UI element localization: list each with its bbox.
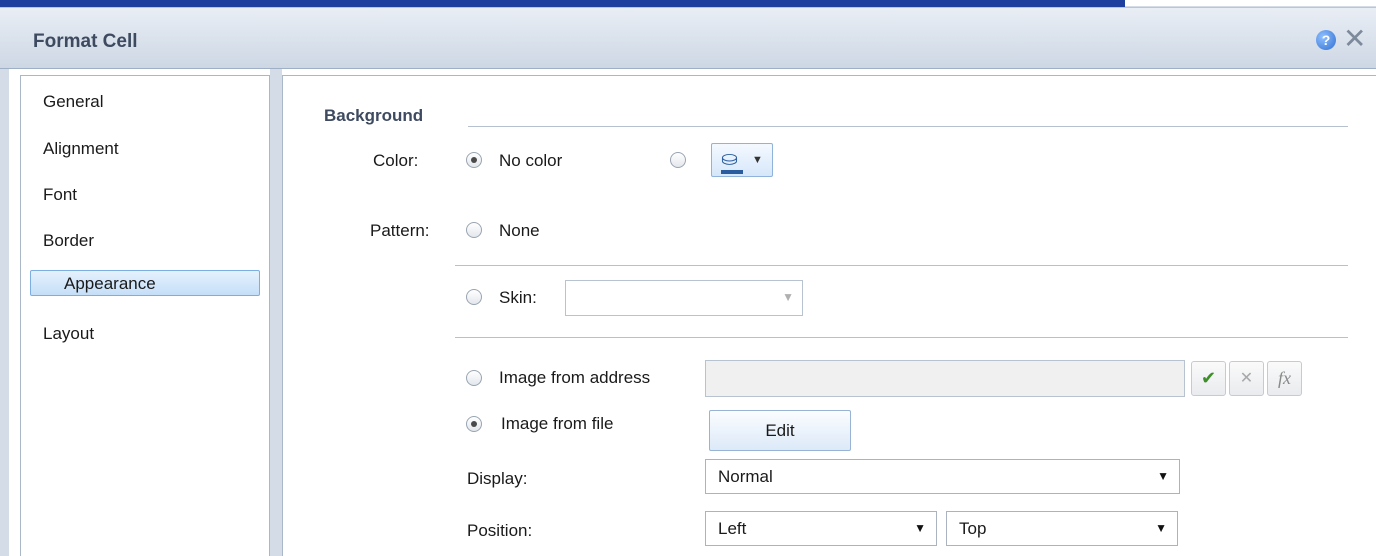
skin-select[interactable]: ▼: [565, 280, 803, 316]
image-address-label: Image from address: [499, 368, 651, 387]
window-accent-bar-rest: [1125, 0, 1376, 7]
nav-item-appearance[interactable]: Appearance: [30, 270, 260, 296]
pattern-divider-2: [455, 337, 1348, 338]
position-horizontal-select[interactable]: Left ▼: [705, 511, 937, 546]
custom-color-radio[interactable]: [670, 152, 686, 168]
formula-button[interactable]: fx: [1267, 361, 1302, 396]
nav-item-font[interactable]: Font: [43, 182, 77, 208]
position-label: Position:: [467, 521, 533, 540]
dialog-frame-divider: [270, 69, 282, 556]
image-address-radio[interactable]: [466, 370, 482, 386]
chevron-down-icon: ▼: [1157, 469, 1169, 483]
paint-bucket-icon: ⛀: [721, 148, 738, 170]
color-picker-button[interactable]: ⛀ ▼: [711, 143, 773, 177]
nav-item-layout[interactable]: Layout: [43, 321, 94, 347]
position-horizontal-value: Left: [718, 519, 747, 538]
pattern-none-radio[interactable]: [466, 222, 482, 238]
display-select[interactable]: Normal ▼: [705, 459, 1180, 494]
x-icon: ✕: [1239, 370, 1254, 387]
chevron-down-icon: ▼: [914, 521, 926, 535]
skin-radio[interactable]: [466, 289, 482, 305]
section-divider: [468, 126, 1348, 127]
fx-icon: fx: [1278, 368, 1291, 388]
image-file-radio[interactable]: [466, 416, 482, 432]
chevron-down-icon: ▼: [1155, 521, 1167, 535]
window-accent-bar: [0, 0, 1125, 7]
dialog-title-bar[interactable]: Format Cell ? ✕: [0, 7, 1376, 69]
edit-button[interactable]: Edit: [709, 410, 851, 451]
pattern-divider-1: [455, 265, 1348, 266]
pattern-none-label: None: [499, 221, 540, 240]
color-label: Color:: [373, 151, 419, 170]
chevron-down-icon: ▼: [752, 154, 763, 166]
display-value: Normal: [718, 467, 773, 486]
image-address-input[interactable]: [705, 360, 1185, 397]
no-color-radio[interactable]: [466, 152, 482, 168]
confirm-button[interactable]: ✔: [1191, 361, 1226, 396]
image-file-label: Image from file: [501, 414, 614, 433]
checkmark-icon: ✔: [1200, 368, 1217, 388]
cancel-button[interactable]: ✕: [1229, 361, 1264, 396]
section-title-background: Background: [324, 106, 424, 125]
color-swatch: [721, 170, 743, 174]
dialog-title: Format Cell: [33, 31, 138, 52]
nav-item-general[interactable]: General: [43, 89, 103, 115]
no-color-label: No color: [499, 151, 563, 170]
position-vertical-value: Top: [959, 519, 987, 538]
close-icon[interactable]: ✕: [1343, 24, 1366, 54]
nav-item-alignment[interactable]: Alignment: [43, 136, 119, 162]
skin-label: Skin:: [499, 288, 537, 307]
pattern-label: Pattern:: [370, 221, 430, 240]
dialog-frame-left: [0, 69, 9, 556]
position-vertical-select[interactable]: Top ▼: [946, 511, 1178, 546]
help-icon[interactable]: ?: [1316, 30, 1336, 50]
chevron-down-icon: ▼: [782, 290, 794, 304]
display-label: Display:: [467, 469, 528, 488]
nav-item-border[interactable]: Border: [43, 228, 94, 254]
